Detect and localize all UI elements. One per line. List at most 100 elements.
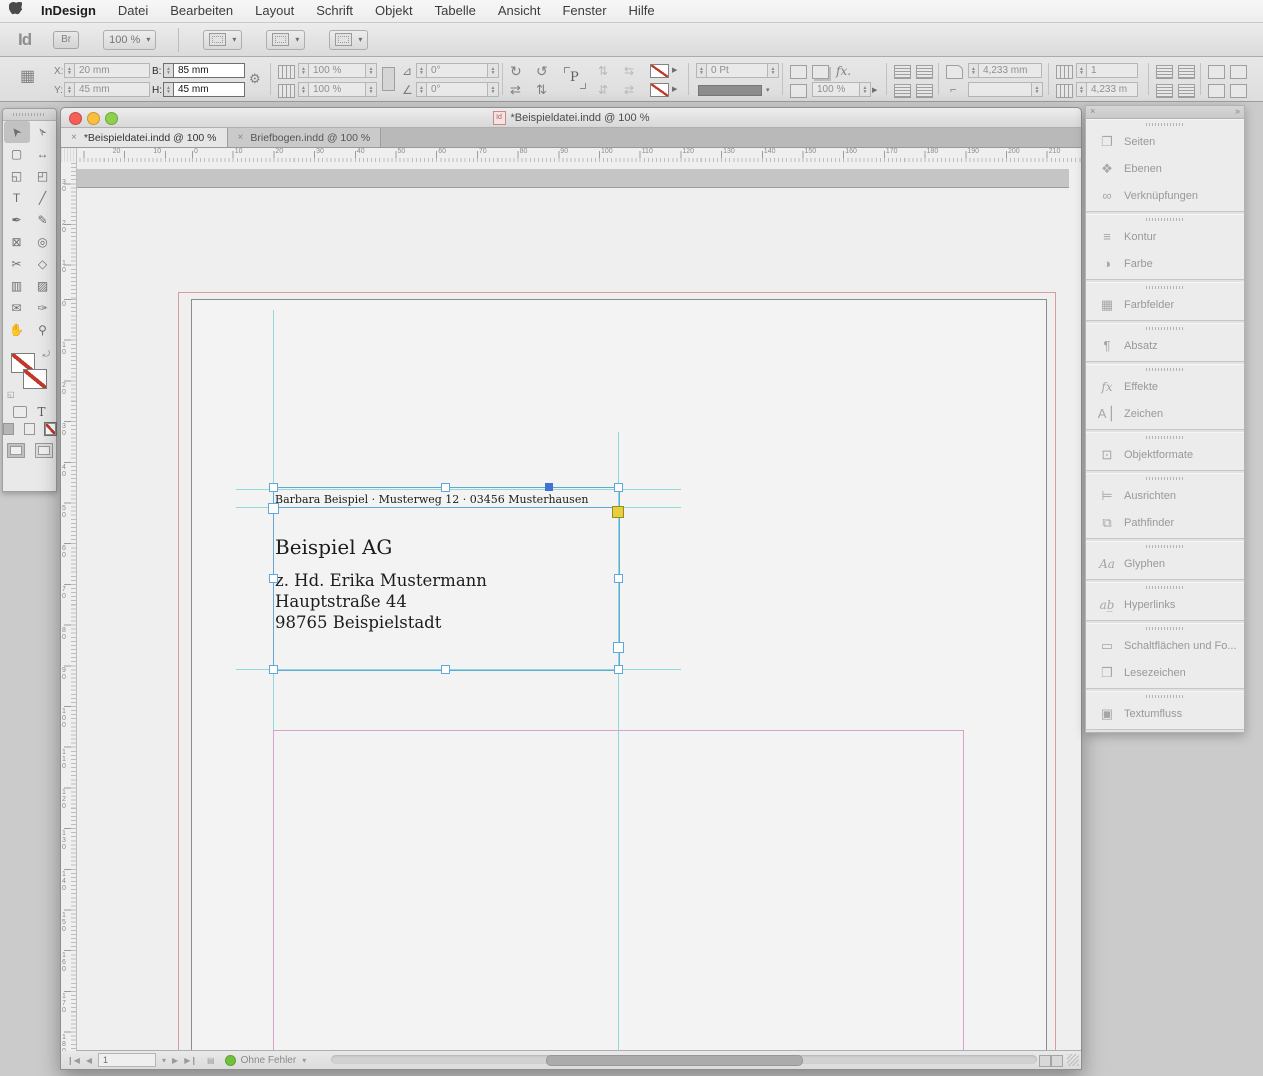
default-fill-stroke-icon[interactable]: ◱ (7, 390, 15, 399)
stepper[interactable]: ▲▼ (64, 82, 74, 97)
selection-handle[interactable] (441, 665, 450, 674)
type-tool[interactable]: T (4, 187, 30, 209)
text-wrap-none-icon[interactable] (894, 65, 911, 79)
first-page-button[interactable]: ❙◀ (67, 1056, 80, 1065)
panel-button-kontur[interactable]: ≡Kontur (1086, 223, 1244, 250)
canvas[interactable]: Barbara Beispiel · Musterweg 12 · 03456 … (61, 162, 1081, 1051)
panel-group-grip[interactable] (1086, 692, 1244, 700)
panel-group-grip[interactable] (1086, 215, 1244, 223)
stroke-swatch-arrow[interactable]: ▶ (672, 85, 677, 93)
panel-group-grip[interactable] (1086, 283, 1244, 291)
object-size-icon[interactable] (1208, 84, 1225, 98)
sender-line-text[interactable]: Barbara Beispiel · Musterweg 12 · 03456 … (275, 493, 635, 506)
stepper[interactable]: ▲▼ (163, 63, 173, 78)
window-title-bar[interactable]: Id *Beispieldatei.indd @ 100 % (61, 108, 1081, 128)
zoom-level-dropdown[interactable]: 100 % ▾ (103, 30, 156, 50)
apply-gradient-button[interactable] (24, 423, 35, 435)
preview-mode-dropdown[interactable]: ▾ (266, 30, 305, 50)
menu-hilfe[interactable]: Hilfe (618, 3, 666, 18)
panel-group-grip[interactable] (1086, 324, 1244, 332)
swap-fill-stroke-icon[interactable]: ⤾ (43, 349, 51, 360)
object-distribute-icon[interactable] (1230, 65, 1247, 79)
selection-handle[interactable] (441, 483, 450, 492)
note-tool[interactable]: ✉ (4, 297, 30, 319)
constrain-scale-lock[interactable] (382, 67, 395, 91)
content-placer-tool[interactable]: ◰ (30, 165, 56, 187)
menu-fenster[interactable]: Fenster (551, 3, 617, 18)
tab-beispieldatei[interactable]: × *Beispieldatei.indd @ 100 % (61, 128, 228, 147)
selection-handle[interactable] (614, 483, 623, 492)
selection-handle[interactable] (269, 574, 278, 583)
free-transform-tool[interactable]: ◇ (30, 253, 56, 275)
align-justify-icon[interactable] (1178, 84, 1195, 98)
last-page-button[interactable]: ▶❙ (184, 1056, 197, 1065)
gradient-feather-tool[interactable]: ▨ (30, 275, 56, 297)
panel-button-effekte[interactable]: fxEffekte (1086, 373, 1244, 400)
selection-handle[interactable] (269, 483, 278, 492)
previous-page-button[interactable]: ◀ (86, 1056, 92, 1065)
formatting-affects-container-button[interactable] (13, 406, 27, 418)
panel-button-verknüpfungen[interactable]: ∞Verknüpfungen (1086, 182, 1244, 209)
bridge-button[interactable]: Br (53, 31, 79, 49)
stroke-type-arrow[interactable]: ▾ (766, 86, 770, 94)
text-out-port[interactable] (613, 642, 624, 653)
panel-group-grip[interactable] (1086, 474, 1244, 482)
selection-handle[interactable] (614, 665, 623, 674)
columns-field[interactable]: ▲▼ 1 (1076, 63, 1138, 78)
flip-vertical-icon[interactable]: ⇅ (536, 84, 547, 96)
ruler-origin-corner[interactable] (61, 148, 77, 163)
menu-schrift[interactable]: Schrift (305, 3, 364, 18)
panel-button-glyphen[interactable]: AaGlyphen (1086, 550, 1244, 577)
page-tool[interactable]: ▢ (4, 143, 30, 165)
constrain-proportions-icon[interactable]: ⚙ (249, 73, 261, 85)
panel-button-absatz[interactable]: ¶Absatz (1086, 332, 1244, 359)
zoom-tool[interactable]: ⚲ (30, 319, 56, 341)
reference-point-proxy[interactable]: ▦ (20, 71, 35, 83)
scroll-right-button[interactable] (1051, 1055, 1063, 1067)
page-number-field[interactable]: 1 (98, 1053, 156, 1067)
drop-shadow-icon[interactable] (812, 65, 829, 79)
tab-briefbogen[interactable]: × Briefbogen.indd @ 100 % (228, 128, 382, 147)
text-wrap-bounding-icon[interactable] (916, 65, 933, 79)
align-left-icon[interactable] (1156, 65, 1173, 79)
align-right-icon[interactable] (1156, 84, 1173, 98)
object-align-icon[interactable] (1208, 65, 1225, 79)
close-icon[interactable]: × (71, 132, 77, 143)
screen-mode-dropdown[interactable]: ▾ (329, 30, 368, 50)
gutter-field[interactable]: ▲▼ 4,233 m (1076, 82, 1138, 97)
object-space-icon[interactable] (1230, 84, 1247, 98)
page-dropdown[interactable]: ▾ (162, 1056, 166, 1065)
normal-view-mode-button[interactable] (7, 443, 25, 458)
next-page-button[interactable]: ▶ (172, 1056, 178, 1065)
width-field[interactable]: ▲▼ 85 mm (163, 63, 245, 78)
panel-group-grip[interactable] (1086, 365, 1244, 373)
formatting-affects-text-button[interactable]: T (37, 405, 45, 419)
stepper[interactable]: ▲▼ (1076, 63, 1086, 78)
corner-shape-dropdown[interactable]: ▲▼ (968, 82, 1043, 97)
apple-icon[interactable] (0, 2, 30, 20)
stepper[interactable]: ▲▼ (163, 82, 173, 97)
horizontal-scrollbar-thumb[interactable] (546, 1055, 803, 1066)
fx-menu[interactable]: fx. (836, 65, 851, 77)
stepper[interactable]: ▲▼ (416, 82, 426, 97)
panel-button-farbfelder[interactable]: ▦Farbfelder (1086, 291, 1244, 318)
panel-group-grip[interactable] (1086, 120, 1244, 128)
menu-datei[interactable]: Datei (107, 3, 159, 18)
panel-button-ebenen[interactable]: ❖Ebenen (1086, 155, 1244, 182)
corner-shape-icon[interactable]: ⌐ (950, 84, 956, 96)
zoom-window-button[interactable] (105, 112, 118, 125)
pen-tool[interactable]: ✒ (4, 209, 30, 231)
scale-x-field[interactable]: ▲▼ 100 % ▲▼ (298, 63, 377, 78)
text-in-port[interactable] (268, 503, 279, 514)
selection-handle[interactable] (269, 665, 278, 674)
content-collector-tool[interactable]: ◱ (4, 165, 30, 187)
panel-button-seiten[interactable]: ❐Seiten (1086, 128, 1244, 155)
shear-angle-field[interactable]: ▲▼ 0° ▲▼ (416, 82, 499, 97)
stepper[interactable]: ▲▼ (416, 63, 426, 78)
horizontal-scrollbar[interactable] (331, 1055, 1037, 1064)
stepper[interactable]: ▲▼ (1076, 82, 1086, 97)
ellipse-frame-tool[interactable]: ◎ (30, 231, 56, 253)
panel-button-objektformate[interactable]: ⊡Objektformate (1086, 441, 1244, 468)
live-corner-handle[interactable] (612, 506, 624, 518)
tools-panel-header[interactable] (3, 109, 56, 121)
